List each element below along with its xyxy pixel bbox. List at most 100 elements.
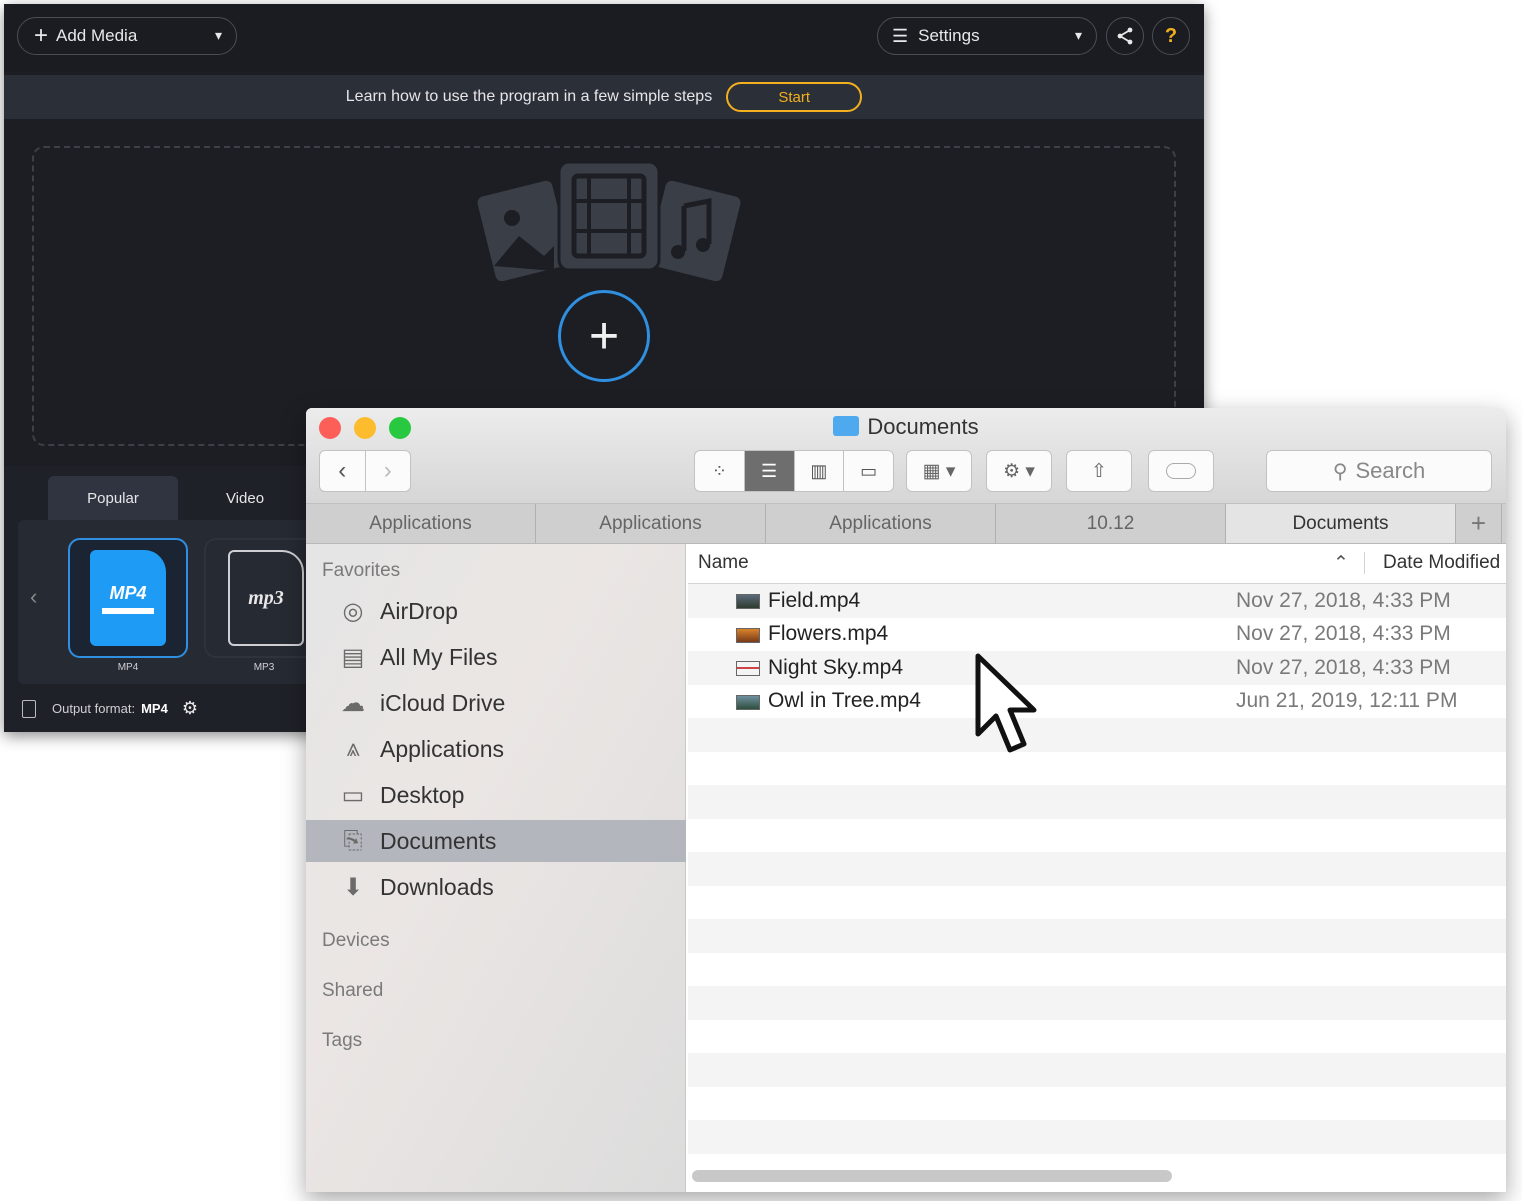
sidebar-item-label: iCloud Drive bbox=[380, 689, 506, 716]
date-column-header[interactable]: Date Modified bbox=[1364, 552, 1500, 574]
sidebar-item-airdrop[interactable]: ◎ AirDrop bbox=[306, 590, 686, 632]
file-row[interactable]: Owl in Tree.mp4 Jun 21, 2019, 12:11 PM bbox=[688, 685, 1506, 719]
mp4-badge: MP4 bbox=[109, 582, 147, 603]
file-date: Nov 27, 2018, 4:33 PM bbox=[1236, 622, 1451, 646]
new-tab-button[interactable]: + bbox=[1456, 504, 1502, 543]
sidebar-item-desktop[interactable]: ▭ Desktop bbox=[306, 774, 686, 816]
output-format-label: Output format: bbox=[52, 701, 136, 716]
folder-icon bbox=[833, 416, 860, 436]
icon-view-icon[interactable]: ⁘ bbox=[695, 451, 745, 491]
finder-sidebar: Favorites ◎ AirDrop ▤ All My Files ☁ iCloud… bbox=[306, 544, 686, 1192]
back-forward-buttons: ‹ › bbox=[319, 450, 411, 492]
plus-icon: + bbox=[588, 307, 620, 365]
add-files-button[interactable]: + bbox=[558, 290, 650, 382]
settings-label: Settings bbox=[918, 26, 980, 45]
tab-video[interactable]: Video bbox=[180, 476, 310, 520]
all-files-icon: ▤ bbox=[341, 643, 365, 671]
path-tab[interactable]: Applications bbox=[766, 504, 996, 543]
file-row[interactable]: Night Sky.mp4 Nov 27, 2018, 4:33 PM bbox=[688, 651, 1506, 685]
tag-button[interactable] bbox=[1148, 450, 1214, 492]
file-name: Night Sky.mp4 bbox=[768, 655, 903, 679]
file-name: Flowers.mp4 bbox=[768, 622, 889, 646]
chevron-left-icon[interactable]: ‹ bbox=[30, 584, 37, 610]
empty-row bbox=[688, 919, 1506, 953]
empty-row bbox=[688, 886, 1506, 920]
action-button[interactable]: ⚙ ▾ bbox=[986, 450, 1052, 492]
tags-heading[interactable]: Tags bbox=[322, 1030, 362, 1052]
start-tutorial-button[interactable]: Start bbox=[726, 82, 863, 112]
desktop-icon: ▭ bbox=[341, 781, 365, 809]
empty-row bbox=[688, 1020, 1506, 1054]
mp3-badge: mp3 bbox=[248, 586, 284, 609]
share-icon bbox=[1117, 27, 1133, 45]
sort-ascending-icon: ⌃ bbox=[1333, 553, 1349, 574]
help-button[interactable]: ? bbox=[1152, 17, 1190, 55]
video-thumbnail-icon bbox=[736, 594, 760, 609]
downloads-icon: ⬇ bbox=[342, 873, 364, 901]
gallery-view-icon[interactable]: ▭ bbox=[844, 451, 893, 491]
sidebar-item-icloud-drive[interactable]: ☁ iCloud Drive bbox=[306, 682, 686, 724]
list-view-icon[interactable]: ☰ bbox=[744, 451, 795, 491]
share-button[interactable] bbox=[1106, 17, 1144, 55]
window-title-text: Documents bbox=[867, 414, 979, 439]
plus-icon: + bbox=[34, 22, 49, 49]
output-format: Output format: MP4 ⚙ bbox=[22, 698, 198, 719]
video-strip-icon bbox=[102, 607, 154, 614]
sidebar-item-all-my-files[interactable]: ▤ All My Files bbox=[306, 636, 686, 678]
forward-button[interactable]: › bbox=[366, 451, 411, 491]
path-tab[interactable]: Applications bbox=[306, 504, 536, 543]
devices-heading[interactable]: Devices bbox=[322, 930, 390, 952]
empty-row bbox=[688, 1053, 1506, 1087]
sidebar-item-label: Downloads bbox=[380, 873, 494, 900]
gear-icon[interactable]: ⚙ bbox=[182, 698, 198, 719]
horizontal-scrollbar[interactable] bbox=[692, 1170, 1172, 1182]
column-view-icon[interactable]: ▥ bbox=[795, 451, 845, 491]
video-thumbnail-icon bbox=[736, 694, 760, 710]
name-column-header[interactable]: Name bbox=[698, 552, 749, 574]
search-placeholder: Search bbox=[1355, 458, 1426, 483]
airdrop-icon: ◎ bbox=[342, 597, 364, 625]
window-title: Documents bbox=[306, 414, 1506, 440]
empty-row bbox=[688, 718, 1506, 752]
sidebar-item-label: All My Files bbox=[380, 643, 498, 670]
empty-row bbox=[688, 1120, 1506, 1154]
sidebar-item-documents[interactable]: ⎘ Documents bbox=[306, 820, 686, 862]
file-list: Name ⌃ Date Modified Field.mp4 Nov 27, 20… bbox=[688, 544, 1506, 1192]
sidebar-item-label: AirDrop bbox=[380, 597, 458, 624]
search-icon: ⚲ bbox=[1332, 460, 1348, 483]
settings-button[interactable]: ☰ Settings ▾ bbox=[877, 17, 1097, 55]
format-mp4-label: MP4 bbox=[117, 662, 139, 673]
empty-row bbox=[688, 986, 1506, 1020]
format-mp4[interactable]: MP4 bbox=[68, 538, 188, 658]
sidebar-item-label: Applications bbox=[380, 735, 505, 762]
add-media-button[interactable]: + Add Media ▾ bbox=[17, 17, 237, 55]
back-button[interactable]: ‹ bbox=[320, 451, 366, 491]
path-tab-current[interactable]: Documents bbox=[1226, 504, 1456, 543]
sidebar-item-label: Desktop bbox=[380, 781, 465, 808]
empty-row bbox=[688, 1087, 1506, 1121]
share-icon: ⇧ bbox=[1091, 460, 1107, 482]
path-tab[interactable]: Applications bbox=[536, 504, 766, 543]
add-media-label: Add Media bbox=[56, 26, 138, 45]
share-button[interactable]: ⇧ bbox=[1066, 450, 1132, 492]
media-types-icon bbox=[474, 160, 744, 285]
shared-heading[interactable]: Shared bbox=[322, 980, 383, 1002]
arrange-button[interactable]: ▦ ▾ bbox=[906, 450, 972, 492]
file-name: Field.mp4 bbox=[768, 588, 861, 612]
path-tab[interactable]: 10.12 bbox=[996, 504, 1226, 543]
search-field[interactable]: ⚲ Search bbox=[1266, 450, 1492, 492]
sidebar-item-downloads[interactable]: ⬇ Downloads bbox=[306, 866, 686, 908]
column-header: Name ⌃ Date Modified bbox=[688, 544, 1506, 584]
sidebar-item-applications[interactable]: ⩓ Applications bbox=[306, 728, 686, 770]
grid-icon: ▦ ▾ bbox=[922, 460, 956, 482]
file-date: Nov 27, 2018, 4:33 PM bbox=[1236, 588, 1451, 612]
documents-icon: ⎘ bbox=[343, 827, 363, 854]
empty-row bbox=[688, 852, 1506, 886]
tag-icon bbox=[1166, 463, 1196, 479]
empty-row bbox=[688, 819, 1506, 853]
file-row[interactable]: Flowers.mp4 Nov 27, 2018, 4:33 PM bbox=[688, 618, 1506, 652]
tab-popular[interactable]: Popular bbox=[48, 476, 178, 520]
file-row[interactable]: Field.mp4 Nov 27, 2018, 4:33 PM bbox=[688, 584, 1506, 618]
output-format-value: MP4 bbox=[141, 701, 168, 716]
tutorial-banner: Learn how to use the program in a few si… bbox=[4, 75, 1204, 119]
